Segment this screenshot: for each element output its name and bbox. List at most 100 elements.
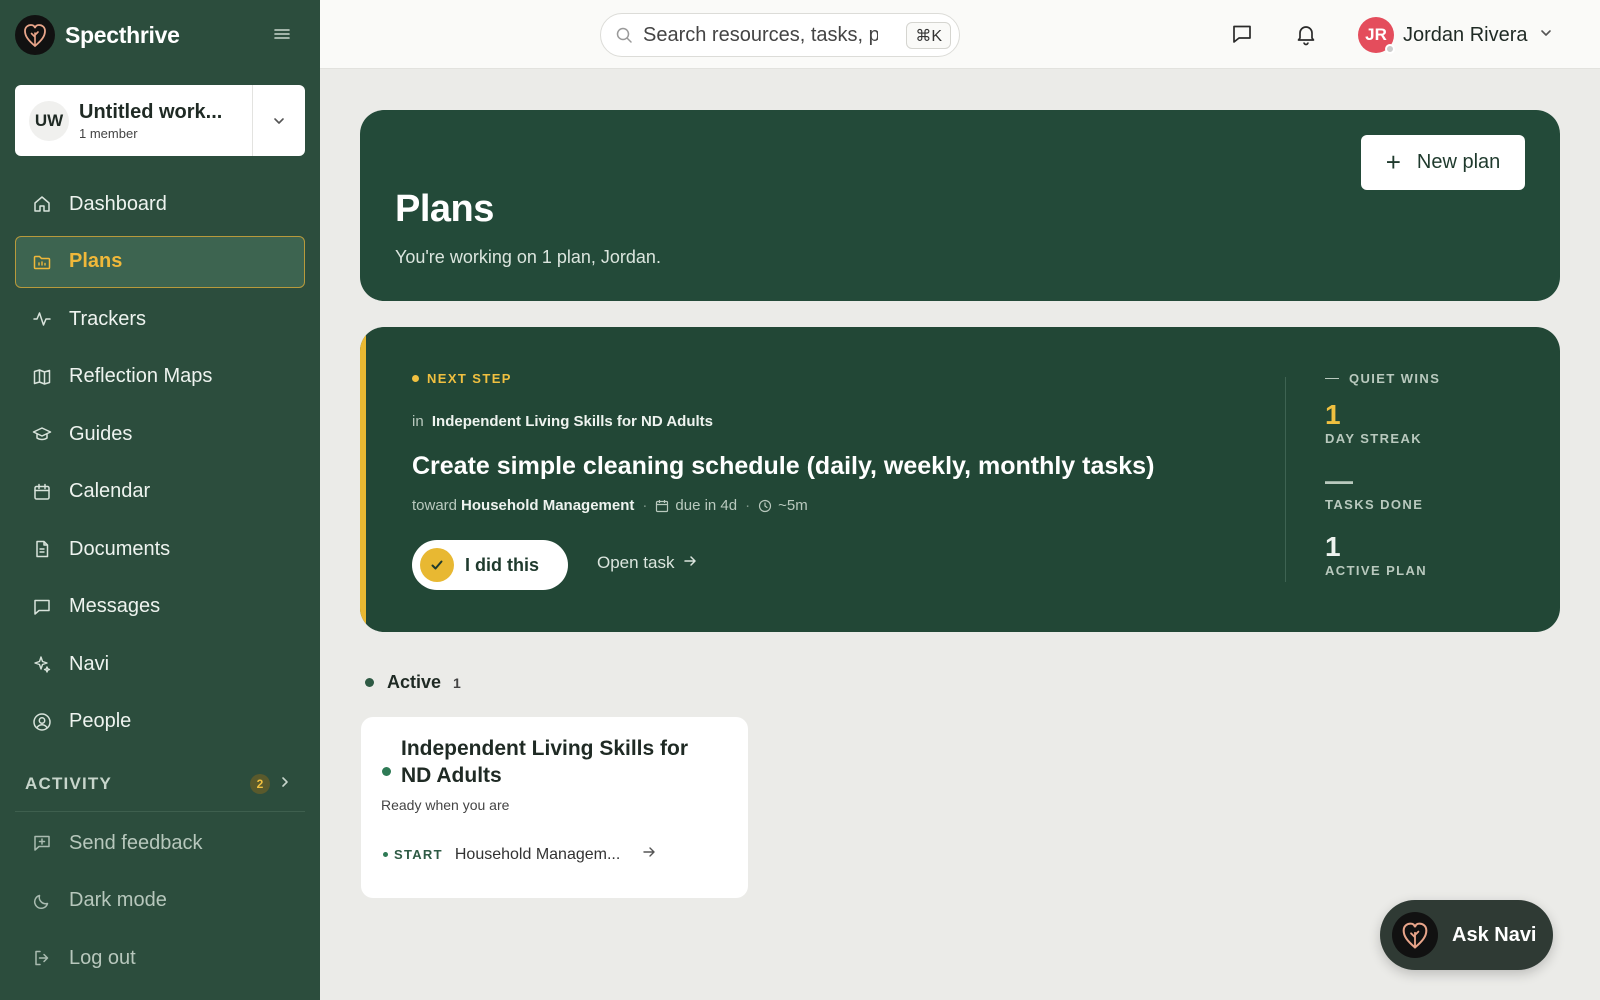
task-title[interactable]: Create simple cleaning schedule (daily, … — [412, 452, 1154, 481]
sidebar-item-label: Calendar — [69, 480, 151, 502]
send-feedback-button[interactable]: Send feedback — [15, 817, 305, 869]
plan-context: in Independent Living Skills for ND Adul… — [412, 413, 713, 430]
active-section-heading: Active 1 — [365, 672, 461, 693]
main-nav: Dashboard Plans Trackers Reflection Maps… — [15, 178, 305, 753]
sidebar-item-label: Reflection Maps — [69, 365, 213, 387]
folder-icon — [31, 251, 53, 273]
duration-label: ~5m — [778, 497, 808, 514]
logout-icon — [31, 947, 53, 969]
messages-icon[interactable] — [1228, 20, 1256, 48]
sidebar-item-label: Log out — [69, 946, 136, 969]
new-plan-label: New plan — [1416, 151, 1501, 173]
sidebar-item-documents[interactable]: Documents — [15, 523, 305, 575]
avatar: JR — [1358, 17, 1395, 54]
in-prefix: in — [412, 413, 424, 430]
log-out-button[interactable]: Log out — [15, 932, 305, 984]
sidebar-item-label: Navi — [69, 652, 110, 675]
sidebar-item-reflection-maps[interactable]: Reflection Maps — [15, 351, 305, 403]
workspace-avatar: UW — [29, 100, 69, 141]
open-task-link[interactable]: Open task — [597, 553, 697, 573]
plus-icon: + — [1385, 147, 1401, 177]
toward-prefix: toward — [412, 497, 458, 514]
bullet-icon — [365, 678, 374, 687]
workspace-members: 1 member — [79, 125, 138, 141]
dash-icon — [1325, 378, 1339, 379]
brand-name: Specthrive — [65, 21, 180, 48]
page-title: Plans — [395, 188, 494, 230]
check-icon — [420, 548, 454, 582]
start-goal: Household Managem... — [454, 845, 621, 863]
sidebar-item-dashboard[interactable]: Dashboard — [15, 178, 305, 230]
eyebrow-label: NEXT STEP — [427, 371, 512, 386]
card-divider — [1285, 377, 1286, 582]
stat-value: 1 — [1325, 531, 1341, 562]
stat-label: ACTIVE PLAN — [1325, 563, 1428, 578]
ask-navi-button[interactable]: Ask Navi — [1380, 900, 1553, 970]
sidebar-item-trackers[interactable]: Trackers — [15, 293, 305, 345]
quiet-wins-title: QUIET WINS — [1325, 371, 1525, 386]
home-icon — [31, 193, 53, 215]
sidebar-bottom-nav: Send feedback Dark mode Log out — [15, 817, 305, 990]
did-this-label: I did this — [465, 554, 539, 575]
stat-value: 1 — [1325, 399, 1341, 430]
plan-name-link[interactable]: Independent Living Skills for ND Adults — [432, 413, 713, 430]
stat-label: TASKS DONE — [1325, 497, 1424, 512]
sidebar-item-people[interactable]: People — [15, 696, 305, 748]
next-step-eyebrow: NEXT STEP — [412, 371, 512, 386]
menu-toggle-icon[interactable] — [270, 22, 294, 46]
section-count: 1 — [453, 674, 461, 691]
activity-label: ACTIVITY — [25, 774, 113, 793]
workspace-name: Untitled work... — [79, 100, 223, 123]
workspace-switcher[interactable]: UW Untitled work... 1 member — [15, 85, 305, 156]
sparkles-icon — [31, 653, 53, 675]
clock-icon — [758, 499, 772, 513]
chevron-right-icon — [277, 774, 293, 795]
sidebar-item-label: Messages — [69, 595, 161, 617]
top-bar: ⌘K JR Jordan Rivera — [320, 0, 1600, 69]
goal-name: Household Management — [461, 497, 635, 514]
next-step-card: NEXT STEP in Independent Living Skills f… — [360, 327, 1560, 632]
bullet-icon — [383, 852, 388, 857]
search-box[interactable]: ⌘K — [600, 13, 960, 57]
activity-section-toggle[interactable]: ACTIVITY 2 — [25, 772, 295, 796]
user-menu[interactable]: JR Jordan Rivera — [1358, 16, 1554, 54]
plan-start-link[interactable]: START Household Managem... — [383, 845, 656, 864]
sidebar-item-label: Guides — [69, 422, 133, 445]
search-input[interactable] — [643, 23, 878, 47]
new-plan-button[interactable]: + New plan — [1361, 135, 1525, 190]
sidebar-item-navi[interactable]: Navi — [15, 638, 305, 690]
i-did-this-button[interactable]: I did this — [412, 540, 568, 590]
activity-icon — [31, 308, 53, 330]
sidebar-item-guides[interactable]: Guides — [15, 408, 305, 460]
sidebar: Specthrive UW Untitled work... 1 member … — [0, 0, 320, 1000]
graduation-cap-icon — [31, 423, 53, 445]
card-accent-bar — [360, 327, 366, 632]
arrow-right-icon — [683, 553, 697, 573]
chevron-down-icon[interactable] — [252, 85, 305, 156]
search-shortcut-hint: ⌘K — [906, 22, 951, 49]
bell-icon[interactable] — [1292, 20, 1320, 48]
status-dot — [382, 767, 391, 776]
quiet-wins-panel: QUIET WINS 1 DAY STREAK — TASKS DONE 1 A… — [1325, 371, 1525, 578]
document-icon — [31, 538, 53, 560]
moon-icon — [31, 890, 53, 912]
brand[interactable]: Specthrive — [15, 15, 180, 55]
sidebar-item-label: Send feedback — [69, 831, 203, 854]
meta-separator: · — [745, 497, 751, 514]
plan-card[interactable]: Independent Living Skills for ND Adults … — [361, 717, 748, 898]
dark-mode-toggle[interactable]: Dark mode — [15, 875, 305, 927]
sidebar-item-messages[interactable]: Messages — [15, 581, 305, 633]
sidebar-item-calendar[interactable]: Calendar — [15, 466, 305, 518]
open-task-label: Open task — [597, 553, 675, 572]
page-subtitle: You're working on 1 plan, Jordan. — [395, 247, 661, 267]
sidebar-divider — [15, 811, 305, 812]
navi-logo-icon — [1392, 912, 1438, 958]
stat-value: — — [1325, 465, 1353, 496]
start-label: START — [394, 847, 443, 862]
message-icon — [31, 596, 53, 618]
sidebar-item-plans[interactable]: Plans — [15, 235, 305, 288]
task-meta: toward Household Management · due in 4d … — [412, 497, 808, 514]
bullet-icon — [412, 375, 419, 382]
presence-dot — [1385, 44, 1395, 54]
sidebar-item-label: Trackers — [69, 307, 147, 330]
